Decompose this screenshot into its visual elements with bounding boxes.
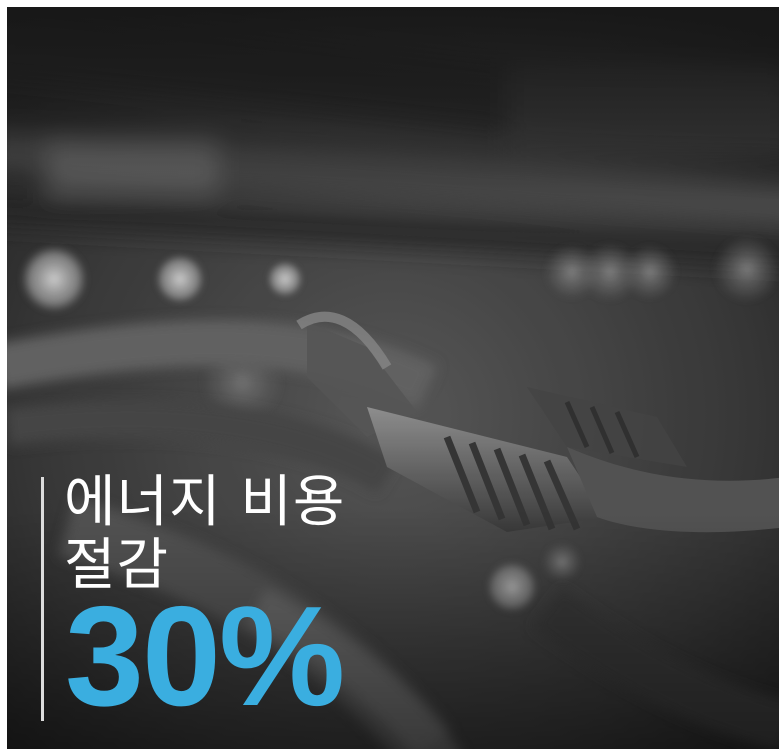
hero-banner: 에너지 비용 절감 30%	[7, 7, 779, 749]
headline-line-1: 에너지 비용	[64, 470, 346, 535]
headline-value: 30%	[65, 577, 345, 736]
accent-divider	[41, 477, 44, 721]
